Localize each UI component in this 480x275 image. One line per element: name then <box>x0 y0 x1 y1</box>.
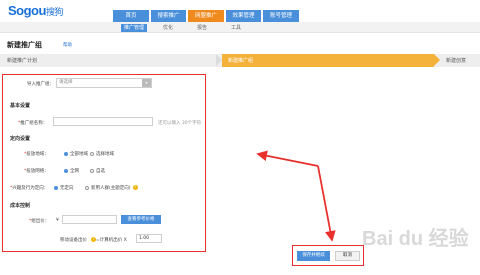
baidu-watermark: Bai du 经验 <box>362 228 469 250</box>
arrow-to-buttons <box>317 165 336 242</box>
cancel-button[interactable]: 取消 <box>335 251 360 261</box>
arrow-to-form <box>256 150 319 167</box>
save-continue-button[interactable]: 保存并继续 <box>297 251 330 261</box>
